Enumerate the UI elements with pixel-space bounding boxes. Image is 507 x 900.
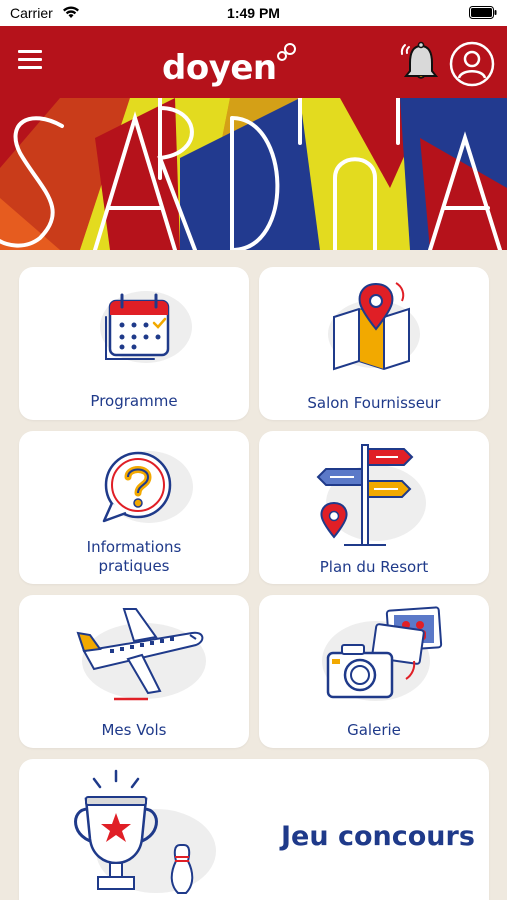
tile-label-salon-fournisseur: Salon Fournisseur — [307, 394, 441, 412]
tile-label-programme: Programme — [90, 392, 178, 410]
tile-label-mes-vols: Mes Vols — [101, 721, 167, 739]
tile-plan-du-resort[interactable]: Plan du Resort — [259, 431, 489, 584]
tile-galerie[interactable]: Galerie — [259, 595, 489, 748]
tile-salon-fournisseur[interactable]: Salon Fournisseur — [259, 267, 489, 420]
tile-mes-vols[interactable]: Mes Vols — [19, 595, 249, 748]
signpost-icon — [316, 444, 426, 546]
airplane-icon — [76, 608, 206, 701]
brand-logo: doyen — [160, 42, 300, 88]
status-bar: Carrier 1:49 PM — [0, 0, 507, 26]
sardinia-banner — [0, 98, 507, 250]
app-header: doyen — [0, 26, 507, 98]
question-bubble-icon — [102, 451, 193, 523]
tile-jeu-concours[interactable]: Jeu concours — [19, 759, 489, 900]
hamburger-menu-icon[interactable] — [18, 50, 42, 72]
user-profile-icon[interactable] — [449, 41, 495, 87]
calendar-icon — [100, 291, 192, 363]
camera-icon — [322, 606, 443, 701]
tile-label-galerie: Galerie — [347, 721, 401, 739]
tile-label-informations: Informations — [86, 538, 182, 556]
tile-informations-pratiques[interactable]: Informations pratiques — [19, 431, 249, 584]
status-time: 1:49 PM — [227, 5, 280, 21]
map-pin-icon — [328, 282, 420, 371]
tile-label-jeu-concours: Jeu concours — [281, 821, 475, 852]
tile-programme[interactable]: Programme — [19, 267, 249, 420]
brand-mark-icon — [277, 43, 296, 61]
bell-icon[interactable] — [396, 38, 446, 88]
trophy-icon — [74, 769, 216, 894]
brand-text: doyen — [162, 48, 277, 88]
banner-artwork — [0, 98, 507, 250]
tile-label-plan-du-resort: Plan du Resort — [319, 558, 429, 576]
battery-icon — [469, 6, 497, 19]
tile-label-pratiques: pratiques — [98, 557, 170, 575]
